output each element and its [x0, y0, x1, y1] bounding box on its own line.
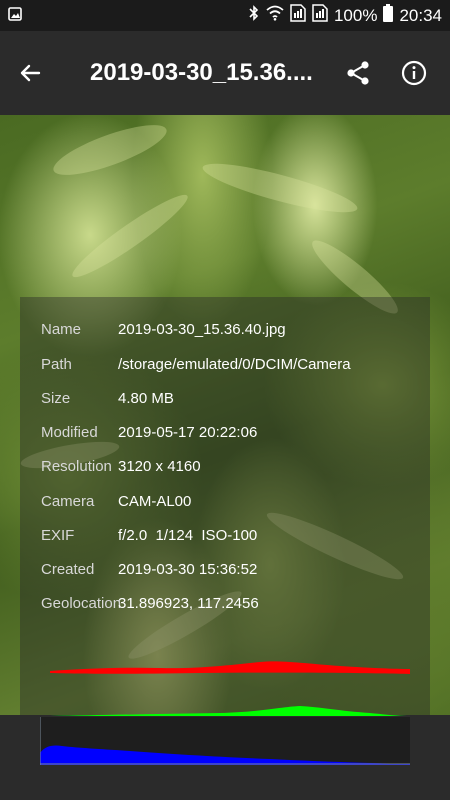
- gallery-notification-icon: [8, 6, 22, 26]
- clock: 20:34: [399, 5, 442, 25]
- info-label: Size: [41, 389, 71, 407]
- info-label: Camera: [41, 492, 95, 510]
- color-histogram: [40, 661, 410, 765]
- info-value: 2019-03-30_15.36.40.jpg: [118, 320, 286, 338]
- info-row-exif: EXIF f/2.0 1/124 ISO-100: [20, 518, 430, 552]
- histogram-red-channel: [50, 661, 410, 674]
- battery-icon: [383, 4, 394, 27]
- info-icon: [401, 60, 427, 86]
- status-bar: 100% 20:34: [0, 0, 450, 31]
- app-bar: 2019-03-30_15.36....: [0, 31, 450, 115]
- back-button[interactable]: [0, 43, 60, 103]
- info-value: 31.896923, 117.2456: [118, 594, 259, 612]
- info-value: /storage/emulated/0/DCIM/Camera: [118, 355, 351, 373]
- info-label: Resolution: [41, 457, 112, 475]
- sim2-signal-icon: [312, 4, 328, 27]
- info-value: 2019-03-30 15:36:52: [118, 560, 258, 578]
- info-label: Created: [41, 560, 95, 578]
- info-value: 3120 x 4160: [118, 457, 201, 475]
- info-row-size: Size 4.80 MB: [20, 381, 430, 415]
- arrow-back-icon: [20, 64, 41, 82]
- wifi-icon: [266, 5, 284, 26]
- info-value: CAM-AL00: [118, 492, 192, 510]
- info-row-modified: Modified 2019-05-17 20:22:06: [20, 415, 430, 449]
- page-title: 2019-03-30_15.36....: [90, 59, 313, 86]
- info-label: Modified: [41, 423, 98, 441]
- info-button[interactable]: [386, 45, 442, 101]
- info-value: 4.80 MB: [118, 389, 174, 407]
- histogram-green-channel: [50, 706, 410, 716]
- info-row-path: Path /storage/emulated/0/DCIM/Camera: [20, 347, 430, 381]
- info-label: Name: [41, 320, 82, 338]
- bluetooth-icon: [248, 5, 260, 26]
- info-label: EXIF: [41, 526, 75, 544]
- sim1-signal-icon: [290, 4, 306, 27]
- info-value: 2019-05-17 20:22:06: [118, 423, 258, 441]
- info-label: Path: [41, 355, 72, 373]
- share-icon: [347, 61, 369, 85]
- info-row-geolocation: Geolocation 31.896923, 117.2456: [20, 586, 430, 620]
- share-button[interactable]: [330, 45, 386, 101]
- info-row-name: Name 2019-03-30_15.36.40.jpg: [20, 312, 430, 346]
- info-label: Geolocation: [41, 594, 122, 612]
- info-row-camera: Camera CAM-AL00: [20, 484, 430, 518]
- battery-percent: 100%: [333, 5, 378, 25]
- info-value: f/2.0 1/124 ISO-100: [118, 526, 258, 544]
- info-row-created: Created 2019-03-30 15:36:52: [20, 552, 430, 586]
- info-row-resolution: Resolution 3120 x 4160: [20, 449, 430, 483]
